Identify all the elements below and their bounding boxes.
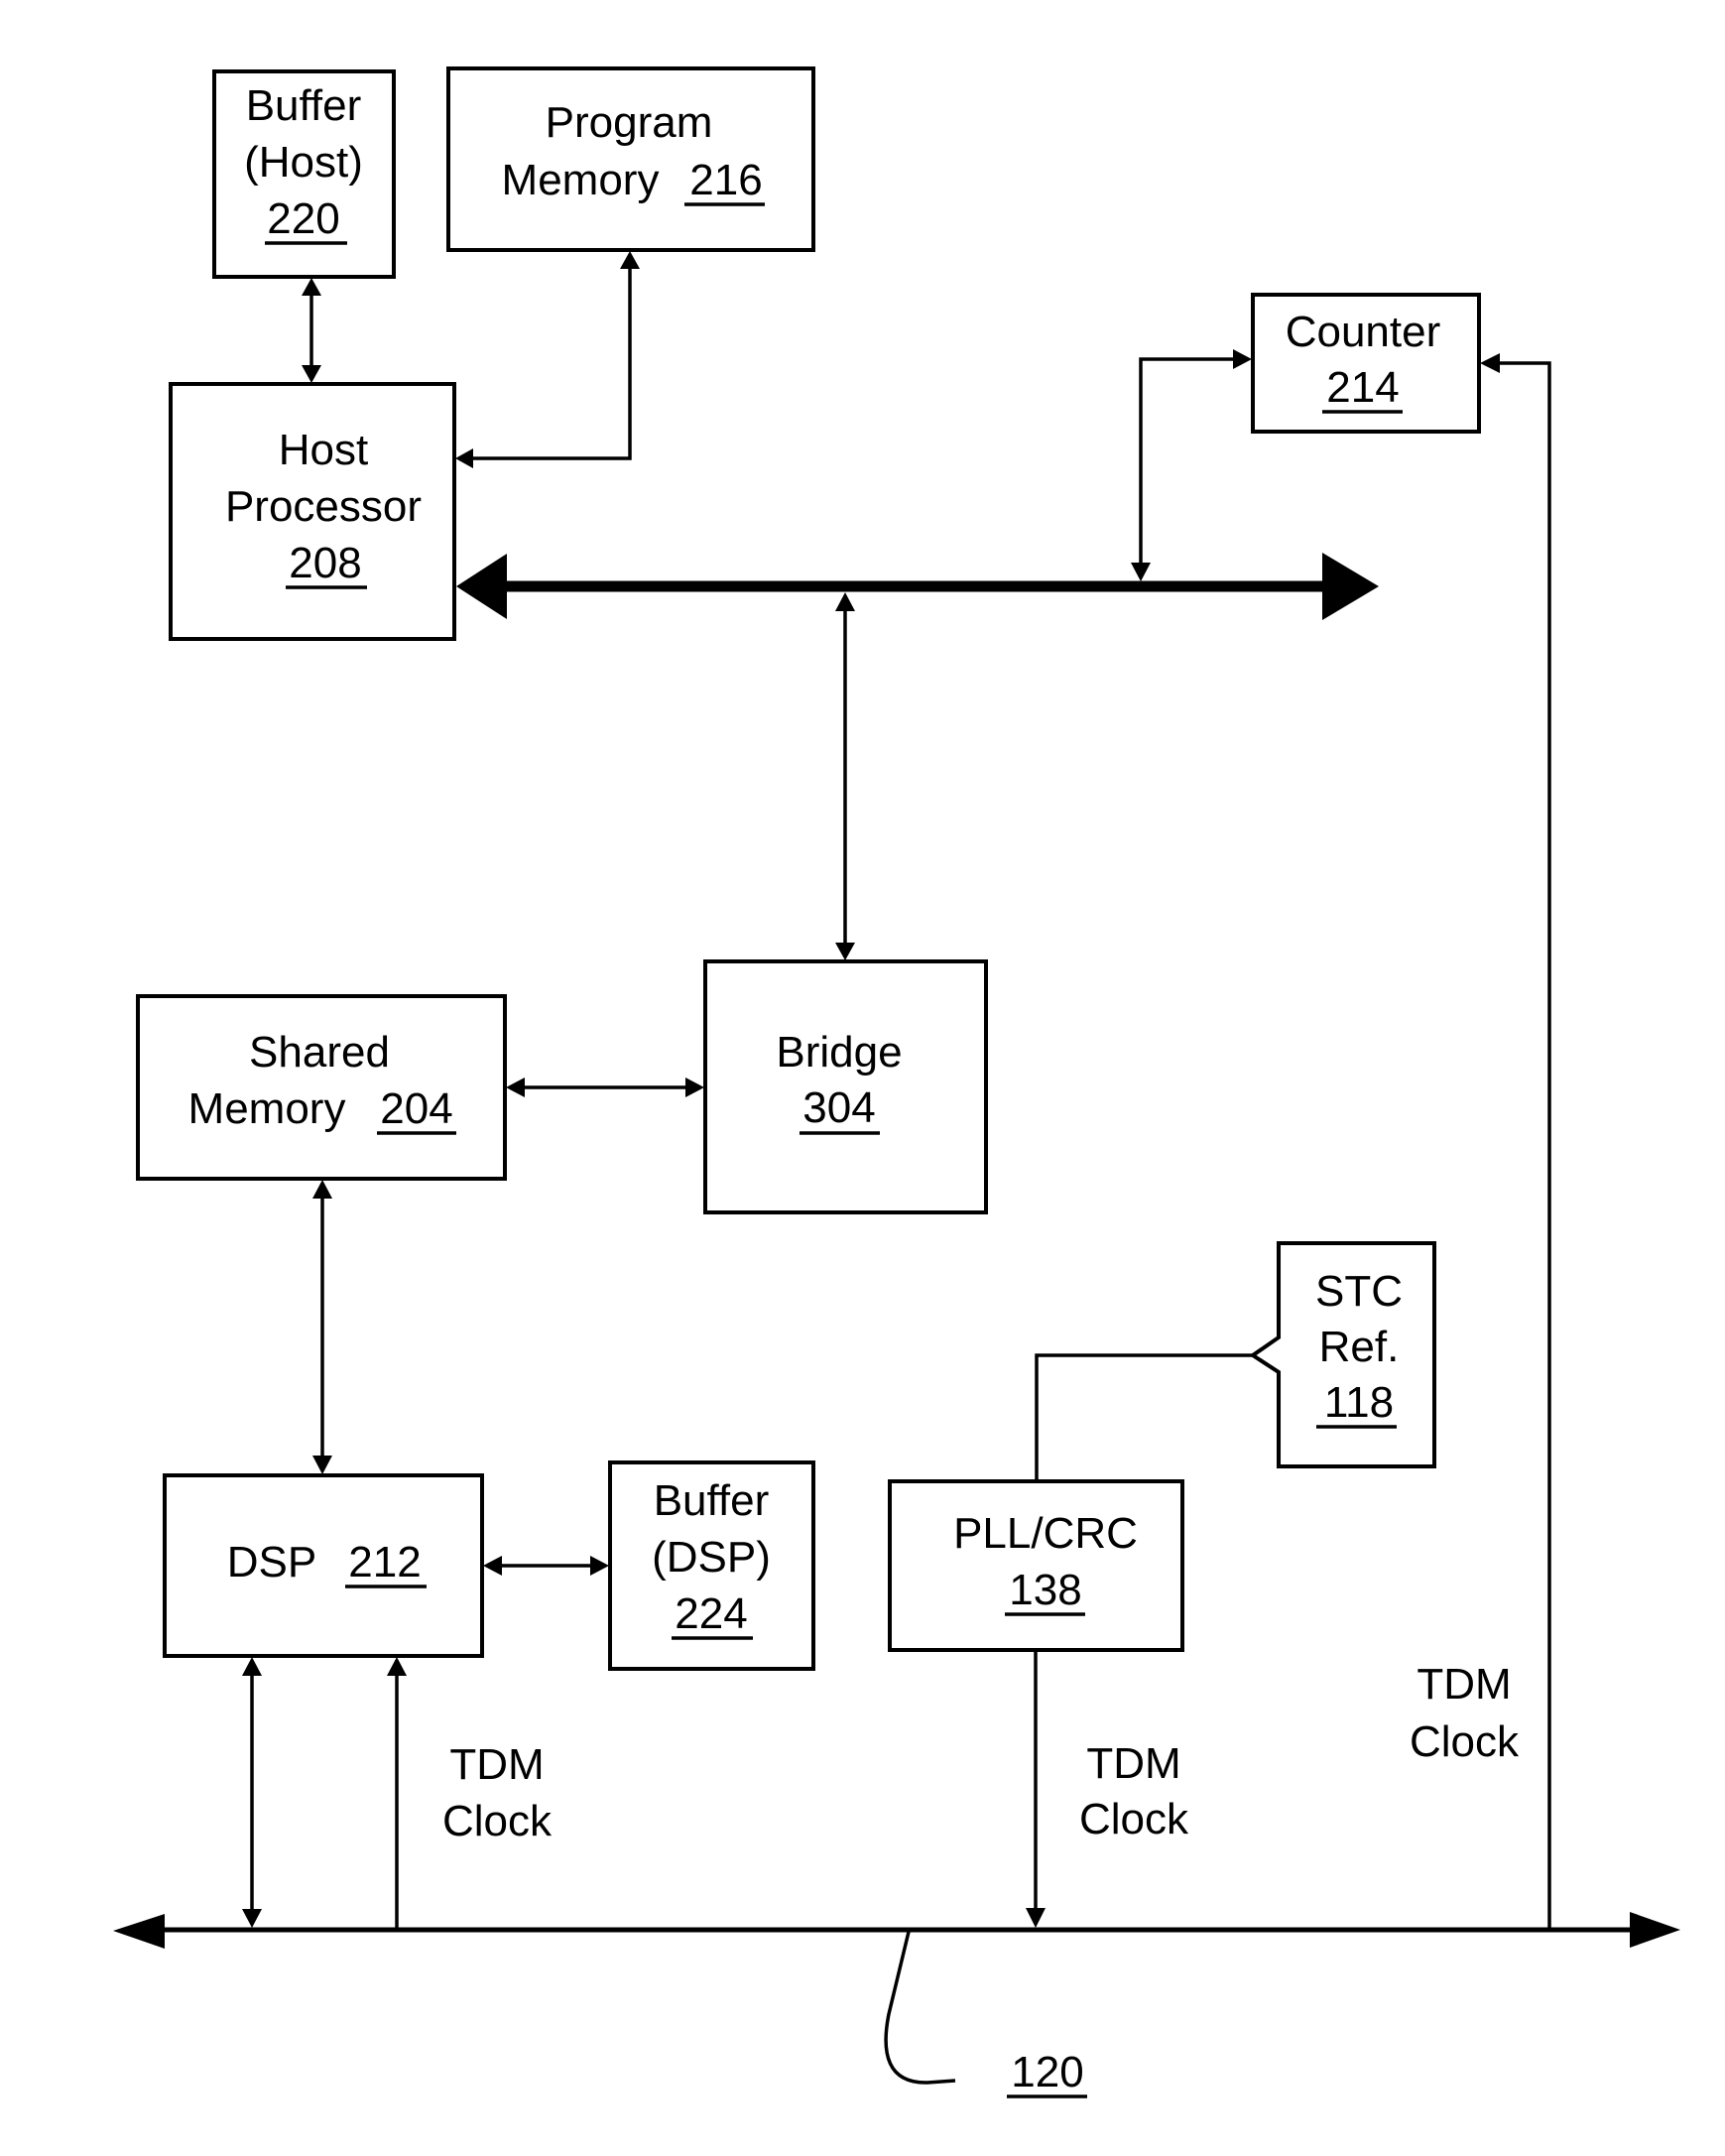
tdm-clock-label-dsp: TDM Clock xyxy=(442,1740,553,1845)
shared-memory-label-1: Shared xyxy=(249,1028,390,1077)
program-memory-label-2: Memory xyxy=(502,156,660,204)
pll-crc-block: PLL/CRC 138 xyxy=(888,1479,1184,1652)
connector-pll-crc-tdm-bus xyxy=(1026,1651,1046,1928)
tdm-clock-dsp-line-2: Clock xyxy=(442,1797,553,1845)
connector-bus-counter xyxy=(1131,349,1252,581)
shared-memory-ref: 204 xyxy=(380,1084,452,1133)
tdm-clock-pll-line-2: Clock xyxy=(1079,1795,1189,1843)
buffer-dsp-label-1: Buffer xyxy=(654,1476,770,1525)
shared-memory-label-2: Memory xyxy=(188,1084,346,1133)
block-diagram: Buffer (Host) 220 Program Memory 216 Hos… xyxy=(113,66,1680,2098)
dsp-label: DSP xyxy=(227,1538,316,1586)
program-memory-ref: 216 xyxy=(689,156,762,204)
dsp-block: DSP 212 xyxy=(163,1473,484,1658)
connector-dsp-buffer-dsp xyxy=(483,1556,609,1576)
program-memory-label-1: Program xyxy=(546,98,713,147)
connector-shared-memory-bridge xyxy=(506,1078,704,1097)
tdm-clock-label-pll: TDM Clock xyxy=(1079,1739,1189,1843)
tdm-bus-left-arrowhead xyxy=(113,1914,165,1949)
tdm-bus-120: 120 xyxy=(113,1912,1680,2098)
host-processor-label-1: Host xyxy=(279,426,368,474)
pll-crc-label: PLL/CRC xyxy=(953,1509,1138,1558)
bridge-ref: 304 xyxy=(802,1083,875,1132)
program-memory-block: Program Memory 216 xyxy=(446,66,815,252)
connector-tdm-clock-dsp xyxy=(387,1657,407,1930)
host-processor-ref: 208 xyxy=(289,539,361,587)
bus-ref-leader xyxy=(884,1931,956,2085)
stc-ref-block: STC Ref. 118 xyxy=(1249,1241,1436,1468)
tdm-bus-right-arrowhead xyxy=(1630,1912,1680,1948)
bus-ref-label: 120 xyxy=(1011,2048,1083,2096)
buffer-host-label-2: (Host) xyxy=(244,138,363,187)
shared-memory-block: Shared Memory 204 xyxy=(136,994,507,1181)
buffer-host-ref: 220 xyxy=(267,194,339,243)
connector-stc-ref-pll-crc xyxy=(1035,1353,1253,1480)
host-processor-block: Host Processor 208 xyxy=(169,382,456,641)
tdm-clock-counter-line-2: Clock xyxy=(1410,1717,1520,1766)
connector-shared-memory-dsp xyxy=(312,1180,332,1474)
host-bus-left-arrowhead xyxy=(456,554,507,619)
bridge-label: Bridge xyxy=(776,1028,902,1077)
bridge-block: Bridge 304 xyxy=(703,959,988,1214)
counter-ref: 214 xyxy=(1326,363,1399,412)
tdm-clock-counter-line-1: TDM xyxy=(1417,1660,1511,1709)
buffer-host-label-1: Buffer xyxy=(246,81,362,130)
tdm-clock-label-counter: TDM Clock xyxy=(1410,1660,1520,1766)
connector-bus-bridge xyxy=(835,592,855,960)
stc-ref-label-2: Ref. xyxy=(1319,1323,1400,1371)
host-processor-label-2: Processor xyxy=(225,482,422,531)
host-bus xyxy=(456,553,1379,620)
connector-buffer-host-host-processor xyxy=(302,278,321,383)
dsp-ref: 212 xyxy=(348,1538,421,1586)
buffer-host-block: Buffer (Host) 220 xyxy=(212,69,396,279)
counter-block: Counter 214 xyxy=(1251,293,1481,434)
tdm-clock-pll-line-1: TDM xyxy=(1086,1739,1180,1788)
tdm-clock-dsp-line-1: TDM xyxy=(449,1740,544,1789)
counter-label: Counter xyxy=(1286,308,1441,356)
connector-tdm-bus-dsp xyxy=(242,1657,262,1928)
connector-program-memory-host-processor xyxy=(455,251,640,468)
host-bus-right-arrowhead xyxy=(1322,553,1379,620)
stc-ref-label-1: STC xyxy=(1315,1267,1403,1316)
buffer-dsp-label-2: (DSP) xyxy=(652,1533,771,1582)
stc-ref-ref: 118 xyxy=(1324,1378,1394,1427)
buffer-dsp-ref: 224 xyxy=(675,1589,747,1638)
pll-crc-ref: 138 xyxy=(1009,1566,1081,1614)
buffer-dsp-block: Buffer (DSP) 224 xyxy=(608,1460,815,1671)
